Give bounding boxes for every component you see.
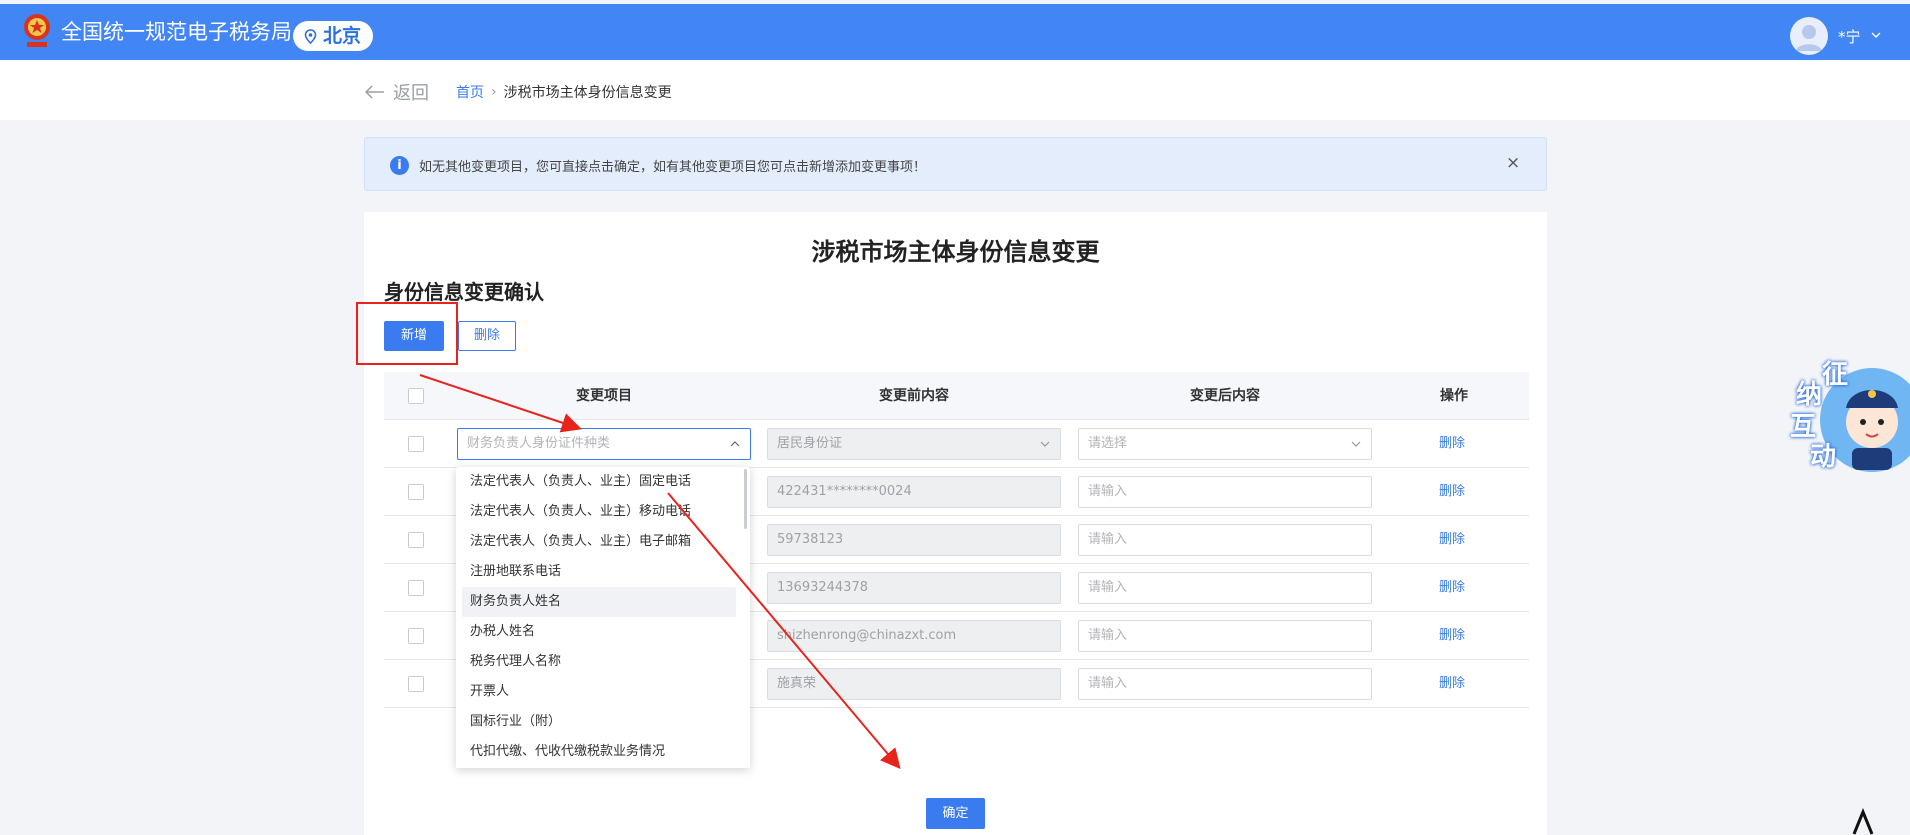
dropdown-option[interactable]: 注册地联系电话: [456, 557, 750, 587]
change-item-value: 财务负责人身份证件种类: [467, 436, 611, 451]
table-row: 财务负责人身份证件种类 居民身份证 请选择 删除: [384, 420, 1529, 468]
dropdown-scrollbar[interactable]: [744, 469, 747, 529]
arrow-left-icon: [365, 85, 384, 99]
tax-emblem-logo: [24, 14, 50, 47]
location-pin-icon: [304, 29, 317, 44]
back-to-top-icon[interactable]: [1852, 808, 1874, 835]
header-after: 变更后内容: [1190, 388, 1260, 404]
breadcrumb: 首页 › 涉税市场主体身份信息变更: [456, 82, 672, 102]
before-value-field: shizhenrong@chinazxt.com: [767, 620, 1061, 652]
dropdown-option[interactable]: 法定代表人（负责人、业主）移动电话: [456, 497, 750, 527]
before-value: 59738123: [777, 532, 844, 547]
before-value: shizhenrong@chinazxt.com: [777, 628, 957, 643]
before-value-field: 59738123: [767, 524, 1061, 556]
table-header: 变更项目 变更前内容 变更后内容 操作: [384, 372, 1529, 420]
user-avatar[interactable]: [1790, 17, 1828, 55]
before-value: 13693244378: [777, 580, 868, 595]
after-placeholder: 请输入: [1088, 628, 1128, 643]
after-value-input[interactable]: 请输入: [1078, 620, 1372, 652]
user-name[interactable]: *宁: [1838, 26, 1861, 47]
row-checkbox[interactable]: [408, 628, 424, 644]
breadcrumb-current: 涉税市场主体身份信息变更: [503, 85, 672, 101]
before-value: 居民身份证: [777, 436, 843, 451]
header-change-item: 变更项目: [576, 388, 632, 404]
region-label: 北京: [323, 25, 362, 47]
dropdown-option[interactable]: 办税人姓名: [456, 617, 750, 647]
back-link[interactable]: 返回: [365, 79, 429, 105]
back-label: 返回: [393, 83, 429, 104]
help-mascot[interactable]: 征 纳 互 动: [1780, 350, 1910, 480]
after-placeholder: 请输入: [1088, 580, 1128, 595]
before-value-field: 422431********0024: [767, 476, 1061, 508]
after-value-input[interactable]: 请输入: [1078, 476, 1372, 508]
before-value: 施真荣: [777, 676, 817, 691]
change-item-select[interactable]: 财务负责人身份证件种类: [457, 428, 751, 460]
header-actions: 操作: [1440, 388, 1468, 404]
user-icon: [1796, 25, 1822, 51]
info-icon: i: [390, 156, 409, 175]
confirm-button[interactable]: 确定: [926, 798, 985, 829]
row-delete-link[interactable]: 删除: [1439, 660, 1465, 708]
chevron-up-icon: [730, 441, 740, 447]
mascot-char-1: 征: [1822, 360, 1849, 390]
after-placeholder: 请输入: [1088, 532, 1128, 547]
after-value-input[interactable]: 请输入: [1078, 572, 1372, 604]
row-checkbox[interactable]: [408, 532, 424, 548]
dropdown-option[interactable]: 法定代表人（负责人、业主）电子邮箱: [456, 527, 750, 557]
add-button[interactable]: 新增: [384, 321, 444, 351]
after-value-select[interactable]: 请选择: [1078, 428, 1372, 460]
row-checkbox[interactable]: [408, 436, 424, 452]
app-title: 全国统一规范电子税务局: [61, 20, 292, 44]
alert-text: 如无其他变更项目，您可直接点击确定，如有其他变更项目您可点击新增添加变更事项！: [419, 160, 927, 175]
row-checkbox[interactable]: [408, 676, 424, 692]
top-navbar: 全国统一规范电子税务局 北京 *宁: [0, 4, 1910, 60]
after-value-input[interactable]: 请输入: [1078, 524, 1372, 556]
breadcrumb-bar: 返回 首页 › 涉税市场主体身份信息变更: [0, 60, 1910, 120]
row-delete-link[interactable]: 删除: [1439, 420, 1465, 468]
breadcrumb-separator: ›: [491, 84, 497, 100]
delete-selected-button[interactable]: 删除: [458, 321, 516, 351]
dropdown-option[interactable]: 国标行业（附）: [456, 707, 750, 737]
change-item-dropdown[interactable]: 法定代表人（负责人、业主）固定电话 法定代表人（负责人、业主）移动电话 法定代表…: [456, 467, 750, 768]
select-all-checkbox[interactable]: [408, 388, 424, 404]
before-value-field: 施真荣: [767, 668, 1061, 700]
row-checkbox[interactable]: [408, 484, 424, 500]
header-before: 变更前内容: [879, 388, 949, 404]
after-placeholder: 请输入: [1088, 484, 1128, 499]
chevron-down-icon: [1351, 441, 1361, 447]
row-checkbox[interactable]: [408, 580, 424, 596]
dropdown-option[interactable]: 代扣代缴、代收代缴税款业务情况: [456, 737, 750, 767]
dropdown-option[interactable]: 开票人: [456, 677, 750, 707]
info-alert: i 如无其他变更项目，您可直接点击确定，如有其他变更项目您可点击新增添加变更事项…: [364, 137, 1547, 191]
dropdown-option[interactable]: 税务代理人名称: [456, 647, 750, 677]
chevron-down-icon[interactable]: [1870, 29, 1882, 41]
row-delete-link[interactable]: 删除: [1439, 612, 1465, 660]
close-icon[interactable]: ×: [1506, 153, 1520, 173]
row-delete-link[interactable]: 删除: [1439, 516, 1465, 564]
form-title: 涉税市场主体身份信息变更: [811, 238, 1100, 266]
row-delete-link[interactable]: 删除: [1439, 468, 1465, 516]
before-value-field: 13693244378: [767, 572, 1061, 604]
chevron-down-icon: [1040, 441, 1050, 447]
dropdown-option[interactable]: 法定代表人（负责人、业主）固定电话: [456, 467, 750, 497]
after-placeholder: 请输入: [1088, 676, 1128, 691]
mascot-char-4: 动: [1810, 442, 1837, 472]
before-value-select: 居民身份证: [767, 428, 1061, 460]
before-value: 422431********0024: [777, 484, 912, 499]
breadcrumb-home[interactable]: 首页: [456, 82, 484, 102]
dropdown-option-hovered[interactable]: 财务负责人姓名: [462, 587, 736, 617]
after-placeholder: 请选择: [1088, 436, 1128, 451]
region-selector[interactable]: 北京: [293, 21, 374, 51]
row-delete-link[interactable]: 删除: [1439, 564, 1465, 612]
section-title: 身份信息变更确认: [384, 280, 544, 304]
after-value-input[interactable]: 请输入: [1078, 668, 1372, 700]
